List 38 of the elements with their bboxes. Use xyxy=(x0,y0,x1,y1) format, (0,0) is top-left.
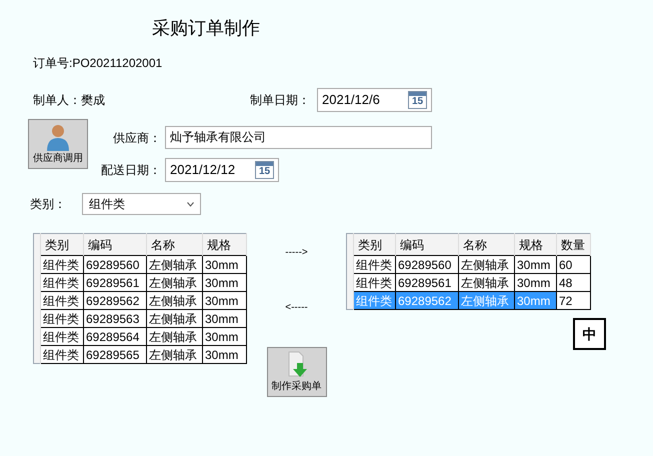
date-field[interactable]: 2021/12/6 15 xyxy=(317,88,432,112)
delivery-date-label: 配送日期： xyxy=(100,162,162,179)
date-field[interactable]: 2021/12/12 15 xyxy=(165,158,279,182)
table-row[interactable]: 组件类 69289562 左侧轴承 30mm xyxy=(34,292,246,310)
page-title: 采购订单制作 xyxy=(152,18,260,38)
supplier-label: 供应商： xyxy=(112,130,162,146)
table-row[interactable]: 组件类 69289563 左侧轴承 30mm xyxy=(34,310,246,328)
table-row[interactable]: 组件类 69289565 左侧轴承 30mm xyxy=(34,346,246,364)
supplier-button[interactable]: 供应商调用 xyxy=(28,119,88,169)
table-row[interactable]: 组件类 69289561 左侧轴承 30mm xyxy=(34,274,246,292)
document-download-icon xyxy=(286,351,308,379)
chevron-down-icon xyxy=(187,202,194,206)
table-cell: 左侧轴承 xyxy=(458,292,514,310)
table-cell: 组件类 xyxy=(354,292,396,310)
table-cell: 30mm xyxy=(202,346,246,364)
table-row[interactable]: 组件类 69289561 左侧轴承 30mm 48 xyxy=(346,274,590,292)
category-label: 类别： xyxy=(30,196,67,213)
person-icon xyxy=(47,123,69,151)
calendar-icon[interactable]: 15 xyxy=(255,161,274,179)
ime-indicator: 中 xyxy=(573,318,606,350)
add-arrow-button[interactable]: -----> xyxy=(285,245,308,260)
table-row[interactable]: 组件类 69289560 左侧轴承 30mm xyxy=(34,256,246,274)
table-row[interactable]: 组件类 69289564 左侧轴承 30mm xyxy=(34,328,246,346)
make-order-button[interactable]: 制作采购单 xyxy=(266,347,326,397)
category-dropdown[interactable]: 组件类 xyxy=(82,193,201,215)
date-label: 制单日期： xyxy=(250,92,311,109)
maker-label: 制单人：樊成 xyxy=(33,92,106,109)
table-cell: 69289565 xyxy=(84,346,146,364)
table-cell: 左侧轴承 xyxy=(146,346,202,364)
order-number: 订单号:PO20211202001 xyxy=(33,56,162,70)
table-cell: 69289562 xyxy=(396,292,458,310)
calendar-icon[interactable]: 15 xyxy=(408,91,427,109)
table-row[interactable]: 组件类 69289560 左侧轴承 30mm 60 xyxy=(346,256,590,274)
table-cell: 72 xyxy=(556,292,590,310)
remove-arrow-button[interactable]: <----- xyxy=(285,300,308,315)
table-row[interactable]: 组件类 69289562 左侧轴承 30mm 72 xyxy=(346,292,590,310)
supplier-field[interactable]: 灿予轴承有限公司 xyxy=(165,126,432,149)
table-cell: 组件类 xyxy=(40,346,84,364)
